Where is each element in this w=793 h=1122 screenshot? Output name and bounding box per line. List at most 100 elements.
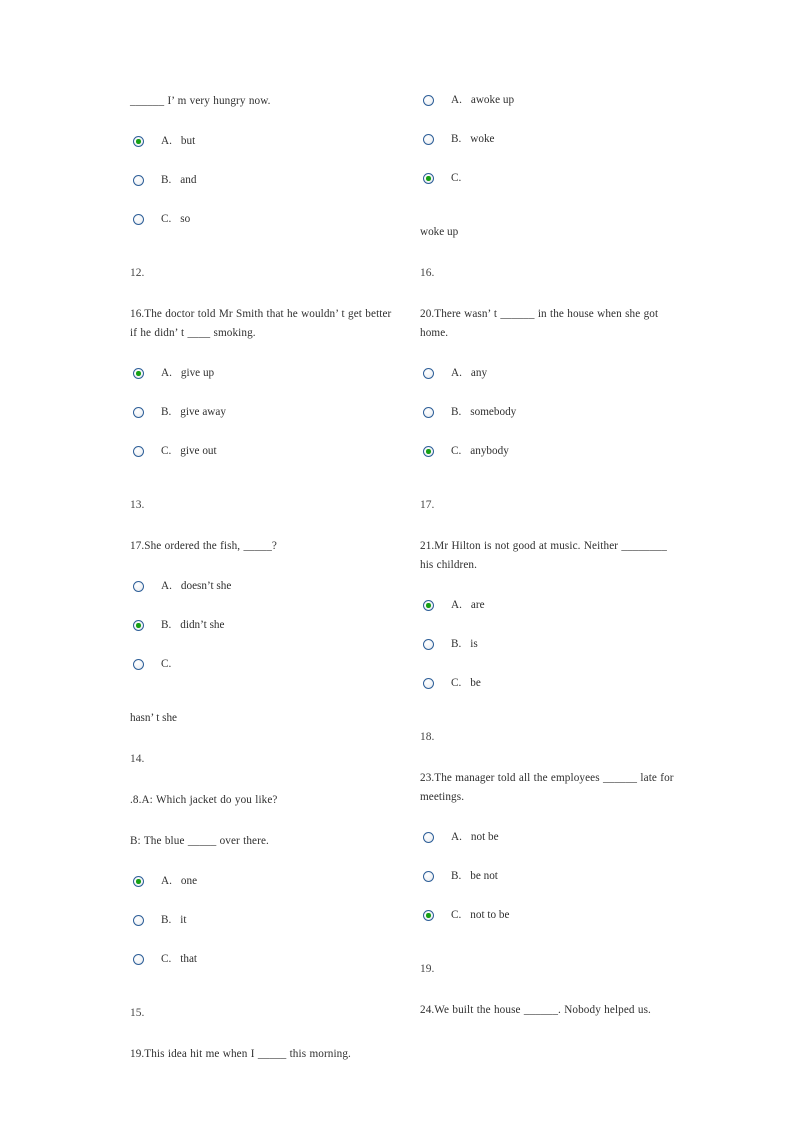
radio-button-icon[interactable]: [423, 871, 434, 882]
radio-button-icon[interactable]: [133, 175, 144, 186]
option-letter: A.: [451, 599, 462, 611]
question-column-left: ______ I’ m very hungry now. A. but B. and C.…: [130, 92, 392, 1086]
option-row[interactable]: B. give away: [130, 404, 392, 443]
option-letter: C.: [451, 445, 462, 457]
option-text: not be: [470, 831, 499, 843]
radio-button-icon[interactable]: [423, 678, 434, 689]
option-row[interactable]: A. one: [130, 873, 392, 912]
option-row[interactable]: C. so: [130, 211, 392, 250]
radio-button-icon[interactable]: [423, 134, 434, 145]
question-number: 17.: [420, 499, 435, 511]
radio-button-icon[interactable]: [423, 639, 434, 650]
option-row[interactable]: C.: [130, 656, 392, 695]
question-number: 12.: [130, 267, 145, 279]
continuation-text: woke up: [420, 226, 459, 238]
option-letter: B.: [451, 638, 462, 650]
radio-button-selected-icon[interactable]: [133, 136, 144, 147]
radio-button-icon[interactable]: [423, 95, 434, 106]
radio-button-selected-icon[interactable]: [423, 600, 434, 611]
option-row[interactable]: B. and: [130, 172, 392, 211]
question-stem: 16.The doctor told Mr Smith that he woul…: [130, 308, 392, 339]
option-text: didn’t she: [180, 619, 225, 631]
option-row[interactable]: C. not to be: [420, 907, 682, 946]
option-letter: C.: [161, 953, 172, 965]
option-row[interactable]: A. doesn’t she: [130, 578, 392, 617]
radio-button-icon[interactable]: [133, 581, 144, 592]
option-row[interactable]: A. any: [420, 365, 682, 404]
radio-button-selected-icon[interactable]: [423, 910, 434, 921]
option-text: but: [180, 135, 196, 147]
option-row[interactable]: A. give up: [130, 365, 392, 404]
radio-button-icon[interactable]: [423, 368, 434, 379]
radio-button-selected-icon[interactable]: [133, 876, 144, 887]
option-letter: C.: [161, 658, 172, 670]
radio-button-icon[interactable]: [133, 407, 144, 418]
option-row[interactable]: B. be not: [420, 868, 682, 907]
continuation-text: hasn’ t she: [130, 712, 178, 724]
option-row[interactable]: A. are: [420, 597, 682, 636]
question-column-right: A. awoke up B. woke C. woke up 16. 20.There was…: [420, 92, 682, 1042]
option-row[interactable]: A. awoke up: [420, 92, 682, 131]
option-text: it: [180, 914, 187, 926]
radio-button-selected-icon[interactable]: [133, 620, 144, 631]
option-row[interactable]: C. give out: [130, 443, 392, 482]
option-row[interactable]: A. not be: [420, 829, 682, 868]
option-letter: C.: [161, 213, 172, 225]
option-letter: A.: [161, 875, 172, 887]
option-letter: A.: [451, 367, 462, 379]
option-letter: C.: [161, 445, 172, 457]
option-row[interactable]: B. somebody: [420, 404, 682, 443]
option-letter: B.: [161, 174, 172, 186]
radio-button-icon[interactable]: [133, 214, 144, 225]
radio-button-icon[interactable]: [133, 659, 144, 670]
question-stem: ______ I’ m very hungry now.: [130, 95, 271, 107]
question-stem: B: The blue _____ over there.: [130, 835, 269, 847]
question-number: 16.: [420, 267, 435, 279]
option-letter: B.: [161, 406, 172, 418]
option-text: and: [180, 174, 197, 186]
radio-button-icon[interactable]: [423, 832, 434, 843]
question-stem: 17.She ordered the fish, _____?: [130, 540, 277, 552]
option-letter: B.: [161, 914, 172, 926]
option-text: so: [180, 213, 191, 225]
radio-button-icon[interactable]: [423, 407, 434, 418]
option-row[interactable]: B. it: [130, 912, 392, 951]
option-text: anybody: [470, 445, 509, 457]
radio-button-selected-icon[interactable]: [423, 446, 434, 457]
radio-button-icon[interactable]: [133, 954, 144, 965]
option-row[interactable]: B. woke: [420, 131, 682, 170]
option-row[interactable]: A. but: [130, 133, 392, 172]
option-row[interactable]: C. be: [420, 675, 682, 714]
question-number: 15.: [130, 1007, 145, 1019]
radio-button-selected-icon[interactable]: [423, 173, 434, 184]
option-row[interactable]: C.: [420, 170, 682, 209]
option-text: are: [470, 599, 485, 611]
option-row[interactable]: C. anybody: [420, 443, 682, 482]
option-row[interactable]: B. is: [420, 636, 682, 675]
question-stem: 23.The manager told all the employees __…: [420, 772, 674, 803]
option-row[interactable]: C. that: [130, 951, 392, 990]
option-text: give away: [180, 406, 226, 418]
option-text: be: [470, 677, 481, 689]
radio-button-selected-icon[interactable]: [133, 368, 144, 379]
radio-button-icon[interactable]: [133, 446, 144, 457]
radio-button-icon[interactable]: [133, 915, 144, 926]
option-row[interactable]: B. didn’t she: [130, 617, 392, 656]
